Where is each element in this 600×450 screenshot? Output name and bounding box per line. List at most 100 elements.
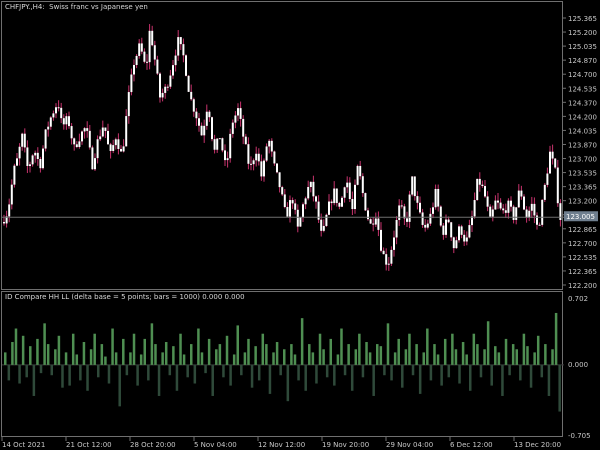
- price-tick-label: 125.365: [568, 15, 597, 23]
- candle: [546, 167, 549, 188]
- candle: [359, 160, 362, 180]
- candle: [315, 195, 317, 209]
- candle-body: [96, 139, 99, 159]
- candle-body: [525, 209, 528, 218]
- indicator-bar: [415, 344, 418, 365]
- indicator-bar: [515, 349, 519, 365]
- candle-body: [413, 176, 416, 197]
- candle: [148, 24, 151, 70]
- candle: [333, 181, 336, 206]
- candle: [88, 124, 91, 150]
- candle: [281, 185, 284, 197]
- indicator-bar: [21, 335, 25, 365]
- candle-body: [510, 200, 512, 207]
- candle: [460, 224, 463, 239]
- candle-body: [107, 130, 109, 145]
- candle: [182, 38, 185, 63]
- candle-body: [268, 140, 271, 147]
- candle-body: [81, 131, 83, 142]
- candle: [221, 137, 224, 153]
- candle: [549, 145, 551, 174]
- candle: [200, 122, 203, 136]
- candle: [302, 202, 304, 223]
- indicator-bar: [29, 346, 32, 365]
- candle-body: [257, 153, 260, 162]
- candle: [36, 147, 39, 166]
- candle-body: [49, 117, 52, 127]
- candle: [317, 195, 320, 223]
- candle-body: [515, 207, 518, 220]
- indicator-bar: [64, 352, 68, 365]
- candle: [270, 138, 273, 157]
- candle-body: [403, 206, 406, 219]
- candle: [369, 218, 372, 224]
- candle: [91, 145, 94, 170]
- indicator-bar: [89, 349, 93, 365]
- candle-body: [3, 221, 5, 224]
- candle-body: [112, 145, 115, 151]
- candle: [497, 192, 499, 210]
- candle-body: [73, 138, 76, 145]
- indicator-bar: [71, 333, 75, 365]
- price-chart-panel[interactable]: CHFJPY.,H4: Swiss franc vs Japanese yen: [1, 1, 564, 291]
- candle-body: [216, 138, 219, 150]
- current-price-badge: 123.005: [564, 211, 598, 222]
- candle: [296, 204, 299, 233]
- candle: [3, 214, 5, 226]
- indicator-bar: [190, 344, 193, 365]
- candle-body: [62, 118, 65, 125]
- candle-body: [231, 122, 234, 134]
- indicator-bar: [222, 364, 225, 378]
- candle-body: [309, 181, 312, 187]
- indicator-bar: [157, 364, 161, 396]
- candle: [10, 179, 13, 210]
- candle: [174, 49, 177, 72]
- candle: [140, 37, 143, 55]
- candle-body: [52, 113, 55, 118]
- indicator-bar: [343, 364, 347, 376]
- candle: [164, 83, 167, 99]
- indicator-bar: [225, 335, 229, 365]
- indicator-bar: [36, 338, 39, 365]
- candle: [367, 207, 369, 221]
- candle: [291, 197, 294, 209]
- price-tick-label: 125.200: [568, 29, 597, 37]
- candle: [335, 188, 338, 207]
- candle-body: [372, 223, 375, 225]
- indicator-panel[interactable]: ID Compare HH LL (delta base = 5 points;…: [1, 291, 564, 438]
- time-tick-label: 14 Oct 2021: [2, 441, 45, 449]
- candle-body: [294, 203, 297, 210]
- candle-body: [452, 237, 455, 249]
- candle: [208, 110, 211, 122]
- candle-body: [83, 128, 86, 132]
- candle-body: [18, 146, 21, 159]
- price-chart[interactable]: [2, 2, 564, 291]
- candle-body: [34, 152, 37, 156]
- indicator-bar: [211, 364, 214, 396]
- candle-body: [367, 210, 369, 220]
- indicator-bar: [14, 328, 18, 365]
- candle: [517, 184, 520, 208]
- indicator-chart[interactable]: [2, 292, 564, 438]
- candle-body: [226, 158, 229, 161]
- candle-body: [432, 207, 434, 214]
- candle: [177, 30, 180, 61]
- candle: [127, 85, 130, 124]
- candle-body: [200, 125, 203, 136]
- candle: [289, 195, 291, 223]
- candle: [263, 158, 265, 182]
- price-tick-label: 123.535: [568, 170, 597, 178]
- candle-body: [70, 126, 73, 139]
- candle-body: [356, 165, 359, 185]
- candle-body: [127, 92, 130, 117]
- indicator-bar: [451, 333, 454, 365]
- indicator-bar: [186, 364, 189, 378]
- candle-body: [229, 133, 232, 159]
- indicator-bar: [122, 338, 125, 365]
- candle-body: [208, 111, 211, 118]
- price-tick-label: 124.870: [568, 57, 597, 65]
- candle: [354, 179, 356, 214]
- candle-body: [190, 91, 193, 100]
- candle: [424, 219, 427, 232]
- candle-body: [499, 202, 502, 209]
